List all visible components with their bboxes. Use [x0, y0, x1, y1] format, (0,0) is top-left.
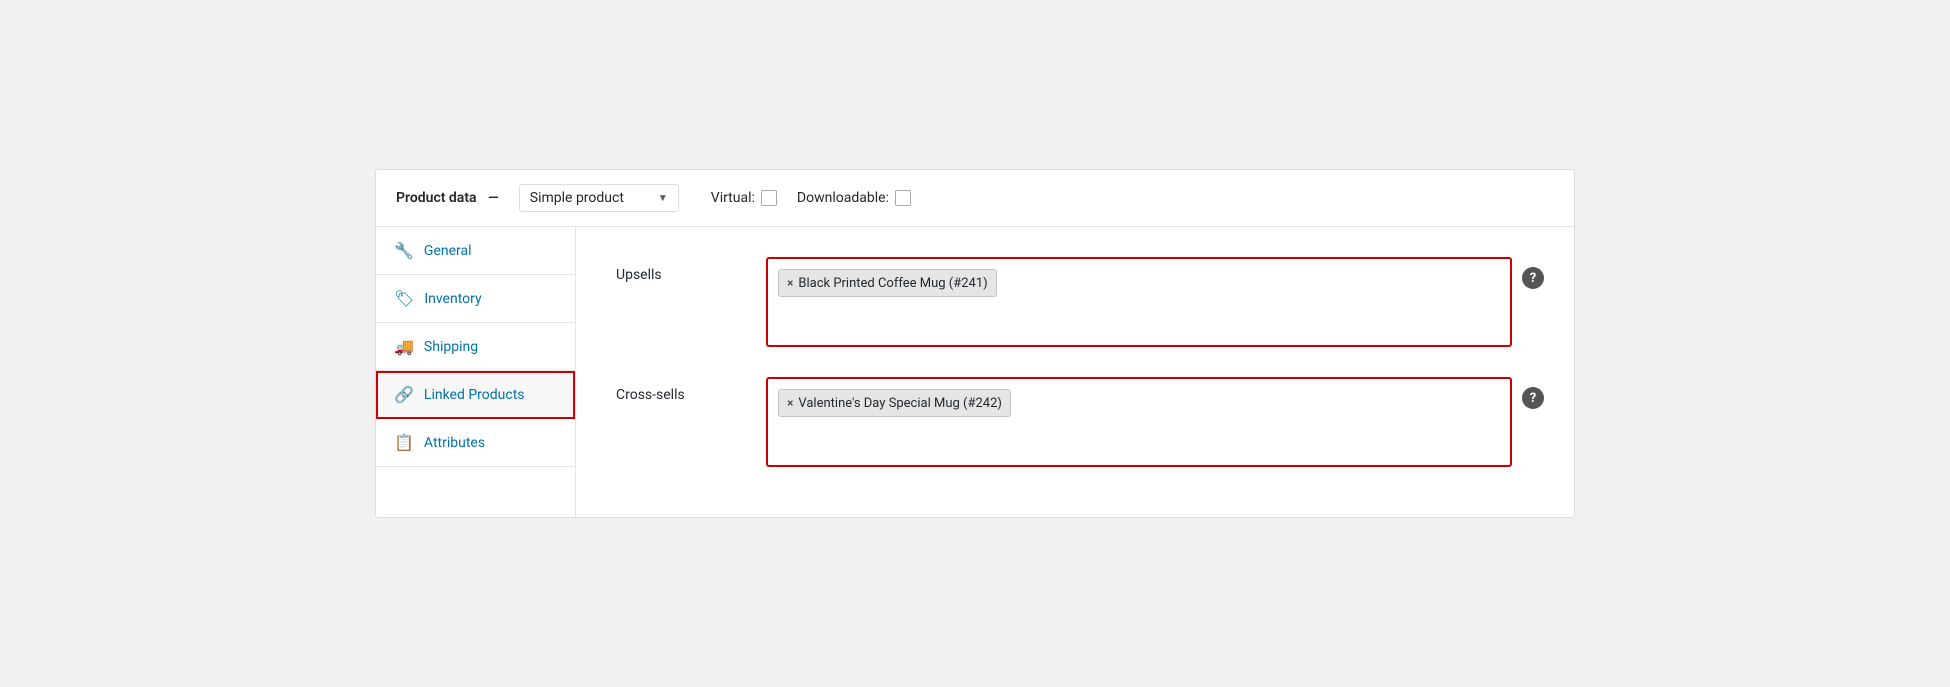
header-options: Virtual: Downloadable:: [711, 190, 911, 206]
sidebar-item-shipping[interactable]: 🚚 Shipping: [376, 323, 575, 371]
cross-sell-tag-242: × Valentine's Day Special Mug (#242): [778, 389, 1011, 417]
upsells-row: Upsells × Black Printed Coffee Mug (#241…: [616, 257, 1544, 347]
sidebar-item-inventory[interactable]: 🏷 Inventory: [376, 275, 575, 323]
upsells-label: Upsells: [616, 257, 736, 283]
product-type-value: Simple product: [530, 190, 624, 206]
wrench-icon: 🔧: [394, 241, 414, 260]
cross-sells-help-icon[interactable]: ?: [1522, 387, 1544, 409]
sidebar-item-attributes[interactable]: 📋 Attributes: [376, 419, 575, 467]
upsells-field-with-help: × Black Printed Coffee Mug (#241) ?: [766, 257, 1544, 347]
upsell-tag-241-text: Black Printed Coffee Mug (#241): [798, 276, 987, 291]
virtual-label: Virtual:: [711, 190, 755, 206]
upsell-tag-241-remove[interactable]: ×: [787, 276, 793, 290]
sidebar-item-general[interactable]: 🔧 General: [376, 227, 575, 275]
downloadable-checkbox[interactable]: [895, 190, 911, 206]
sidebar-item-linked-products[interactable]: 🔗 Linked Products: [376, 371, 575, 419]
chevron-down-icon: ▼: [658, 193, 668, 204]
virtual-checkbox[interactable]: [761, 190, 777, 206]
sidebar-item-label: Attributes: [424, 435, 485, 451]
downloadable-checkbox-label[interactable]: Downloadable:: [797, 190, 911, 206]
sidebar-item-label: General: [424, 243, 472, 259]
panel-title: Product data —: [396, 190, 507, 206]
link-icon: 🔗: [394, 385, 414, 404]
sidebar-item-label: Shipping: [424, 339, 478, 355]
table-icon: 📋: [394, 433, 414, 452]
main-content: Upsells × Black Printed Coffee Mug (#241…: [576, 227, 1574, 517]
product-type-select[interactable]: Simple product ▼: [519, 184, 679, 212]
product-data-panel: Product data — Simple product ▼ Virtual:…: [375, 169, 1575, 518]
cross-sells-label: Cross-sells: [616, 377, 736, 403]
panel-body: 🔧 General 🏷 Inventory 🚚 Shipping 🔗 Linke…: [376, 227, 1574, 517]
upsells-input-area[interactable]: × Black Printed Coffee Mug (#241): [766, 257, 1512, 347]
panel-header: Product data — Simple product ▼ Virtual:…: [376, 170, 1574, 227]
cross-sells-row: Cross-sells × Valentine's Day Special Mu…: [616, 377, 1544, 467]
sidebar-item-label: Linked Products: [424, 387, 525, 403]
upsell-tag-241: × Black Printed Coffee Mug (#241): [778, 269, 997, 297]
cross-sells-input-area[interactable]: × Valentine's Day Special Mug (#242): [766, 377, 1512, 467]
downloadable-label: Downloadable:: [797, 190, 889, 206]
truck-icon: 🚚: [394, 337, 414, 356]
cross-sells-field-with-help: × Valentine's Day Special Mug (#242) ?: [766, 377, 1544, 467]
upsells-help-icon[interactable]: ?: [1522, 267, 1544, 289]
sidebar-item-label: Inventory: [424, 291, 481, 307]
sidebar: 🔧 General 🏷 Inventory 🚚 Shipping 🔗 Linke…: [376, 227, 576, 517]
tag-icon: 🏷: [394, 289, 414, 308]
cross-sell-tag-242-text: Valentine's Day Special Mug (#242): [798, 396, 1002, 411]
cross-sell-tag-242-remove[interactable]: ×: [787, 396, 793, 410]
virtual-checkbox-label[interactable]: Virtual:: [711, 190, 777, 206]
